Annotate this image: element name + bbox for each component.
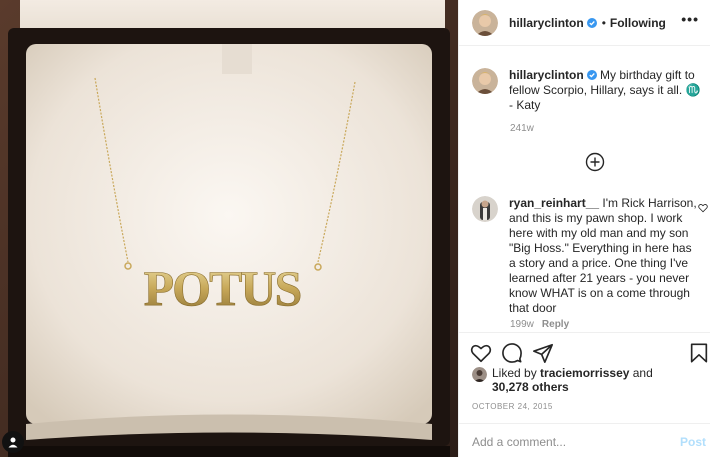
comment-item: ryan_reinhart__ I'm Rick Harrison, and t… — [472, 196, 702, 316]
add-comment-bar: Add a comment... Post — [459, 423, 710, 457]
necklace-box-image: POTUS — [0, 0, 458, 457]
profile-photo-icon — [472, 367, 487, 382]
like-heart-icon[interactable] — [470, 342, 492, 364]
comment-username[interactable]: ryan_reinhart__ — [509, 196, 599, 210]
likes-summary: Liked by traciemorrissey and 30,278 othe… — [472, 366, 702, 394]
comment-age[interactable]: 199w — [510, 319, 534, 330]
caption-avatar[interactable] — [472, 68, 498, 94]
more-options-icon[interactable]: ••• — [681, 12, 699, 26]
comment-text: ryan_reinhart__ I'm Rick Harrison, and t… — [509, 196, 697, 316]
liked-by-line: Liked by traciemorrissey and — [492, 366, 702, 380]
person-icon — [8, 437, 18, 448]
share-send-icon[interactable] — [532, 342, 554, 364]
caption: hillaryclinton My birthday gift to fello… — [472, 68, 702, 113]
caption-age[interactable]: 241w — [510, 123, 534, 134]
profile-photo-icon — [472, 196, 498, 222]
post-header: hillaryclinton • Following ••• — [459, 0, 710, 46]
post-username[interactable]: hillaryclinton — [509, 16, 584, 30]
comment-bubble-icon[interactable] — [501, 342, 523, 364]
caption-text: hillaryclinton My birthday gift to fello… — [509, 68, 701, 113]
comment-avatar[interactable] — [472, 196, 498, 222]
avatar[interactable] — [472, 9, 498, 36]
comment-body: I'm Rick Harrison, and this is my pawn s… — [509, 196, 697, 315]
potus-pendant-text: POTUS — [144, 260, 301, 316]
user-tag-button[interactable] — [2, 431, 24, 453]
verified-badge-icon — [586, 17, 597, 28]
verified-badge-icon — [586, 70, 597, 80]
caption-username[interactable]: hillaryclinton — [509, 68, 584, 82]
bookmark-save-icon[interactable] — [688, 342, 710, 364]
profile-photo-icon — [472, 9, 498, 36]
post-comment-button[interactable]: Post — [680, 435, 706, 449]
following-button[interactable]: Following — [610, 16, 666, 30]
profile-photo-icon — [472, 68, 498, 94]
post-side-panel: hillaryclinton • Following ••• hillarycl… — [458, 0, 710, 457]
likes-count[interactable]: 30,278 others — [492, 380, 702, 394]
load-more-comments-icon[interactable] — [585, 152, 605, 172]
liked-by-prefix: Liked by — [492, 366, 541, 380]
reply-button[interactable]: Reply — [542, 319, 569, 330]
liker-avatar[interactable] — [472, 367, 487, 382]
liker-username[interactable]: traciemorrissey — [540, 366, 629, 380]
post-date[interactable]: OCTOBER 24, 2015 — [472, 402, 553, 411]
comment-input[interactable]: Add a comment... — [472, 435, 566, 449]
heart-icon[interactable] — [698, 203, 708, 213]
comment-meta: 199w Reply — [510, 319, 569, 330]
liked-by-and: and — [629, 366, 653, 380]
post-photo[interactable]: POTUS — [0, 0, 458, 457]
separator-dot: • — [601, 15, 606, 30]
